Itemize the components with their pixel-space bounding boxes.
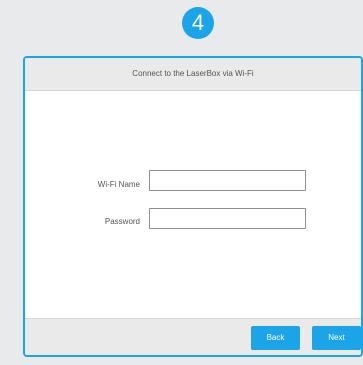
- wifi-name-input[interactable]: [149, 170, 306, 191]
- dialog-title: Connect to the LaserBox via Wi-Fi: [25, 58, 361, 91]
- dialog-body: Wi-Fi Name Password: [25, 91, 361, 319]
- back-button[interactable]: Back: [251, 326, 300, 350]
- wifi-name-label: Wi-Fi Name: [97, 180, 140, 189]
- dialog-footer: Back Next: [25, 318, 361, 355]
- page: 4 Connect to the LaserBox via Wi-Fi Wi-F…: [0, 0, 363, 365]
- next-button[interactable]: Next: [312, 326, 361, 350]
- password-input[interactable]: [149, 208, 306, 229]
- step-number-badge: 4: [182, 7, 214, 39]
- wifi-connect-dialog: Connect to the LaserBox via Wi-Fi Wi-Fi …: [23, 56, 363, 357]
- password-label: Password: [104, 217, 140, 226]
